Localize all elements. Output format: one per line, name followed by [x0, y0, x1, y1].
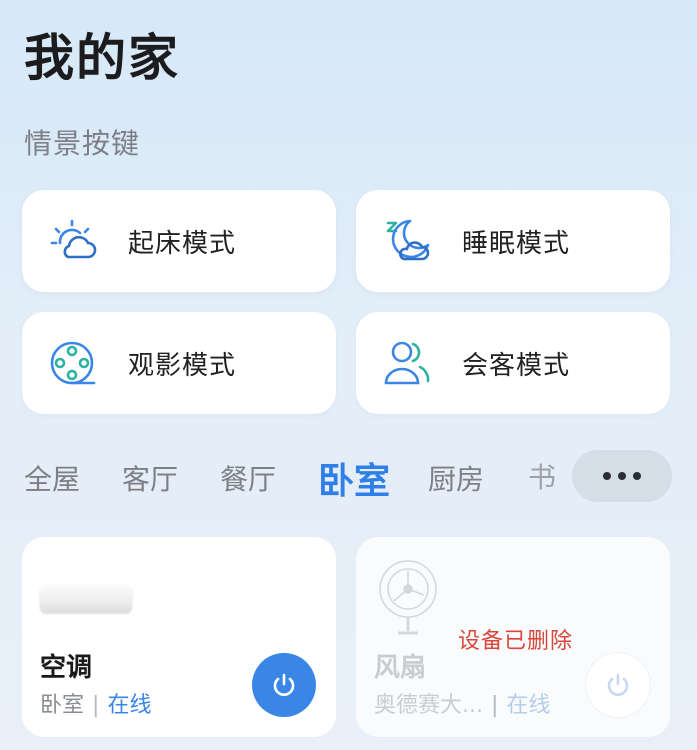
scene-label: 睡眠模式	[462, 228, 571, 259]
tab-living-room[interactable]: 客厅	[122, 458, 178, 498]
separator: |	[490, 693, 499, 718]
tab-all[interactable]: 全屋	[24, 458, 80, 498]
room-tabs: 全屋 客厅 餐厅 卧室 厨房 书	[0, 450, 697, 506]
tab-study[interactable]: 书	[528, 456, 572, 496]
more-rooms-button[interactable]	[572, 450, 672, 502]
scene-card-guest[interactable]: 会客模式	[356, 312, 670, 414]
moon-sleep-icon	[380, 213, 436, 269]
scene-label: 观影模式	[128, 350, 237, 381]
device-meta: 卧室 | 在线	[40, 687, 151, 719]
film-reel-icon	[46, 335, 102, 391]
scene-label: 起床模式	[128, 228, 237, 259]
device-card-fan[interactable]: 设备已删除 风扇 奥德赛大... | 在线	[356, 537, 670, 737]
power-icon	[607, 673, 629, 696]
air-conditioner-image	[40, 585, 132, 613]
power-icon	[273, 673, 295, 696]
device-status: 在线	[506, 693, 551, 718]
separator: |	[92, 693, 100, 718]
power-button[interactable]	[252, 653, 316, 717]
device-card-ac[interactable]: 空调 卧室 | 在线	[22, 537, 336, 737]
scene-label: 会客模式	[462, 350, 571, 381]
tab-kitchen[interactable]: 厨房	[428, 458, 484, 498]
device-name: 风扇	[374, 653, 427, 683]
page-title: 我的家	[24, 29, 180, 87]
sun-cloud-icon	[46, 213, 102, 269]
device-meta: 奥德赛大... | 在线	[374, 687, 550, 719]
deleted-notice: 设备已删除	[458, 629, 574, 654]
power-button[interactable]	[586, 653, 650, 717]
scene-card-wake[interactable]: 起床模式	[22, 190, 336, 292]
scene-section-label: 情景按键	[24, 127, 141, 160]
tab-dining-room[interactable]: 餐厅	[220, 458, 276, 498]
device-room: 奥德赛大...	[374, 693, 483, 718]
scene-card-sleep[interactable]: 睡眠模式	[356, 190, 670, 292]
device-status: 在线	[107, 693, 152, 718]
more-dots-icon	[603, 472, 641, 480]
fan-image	[379, 560, 437, 635]
device-room: 卧室	[40, 693, 85, 718]
scene-card-movie[interactable]: 观影模式	[22, 312, 336, 414]
tab-bedroom[interactable]: 卧室	[318, 452, 390, 504]
device-name: 空调	[40, 653, 93, 683]
users-icon	[380, 335, 436, 391]
